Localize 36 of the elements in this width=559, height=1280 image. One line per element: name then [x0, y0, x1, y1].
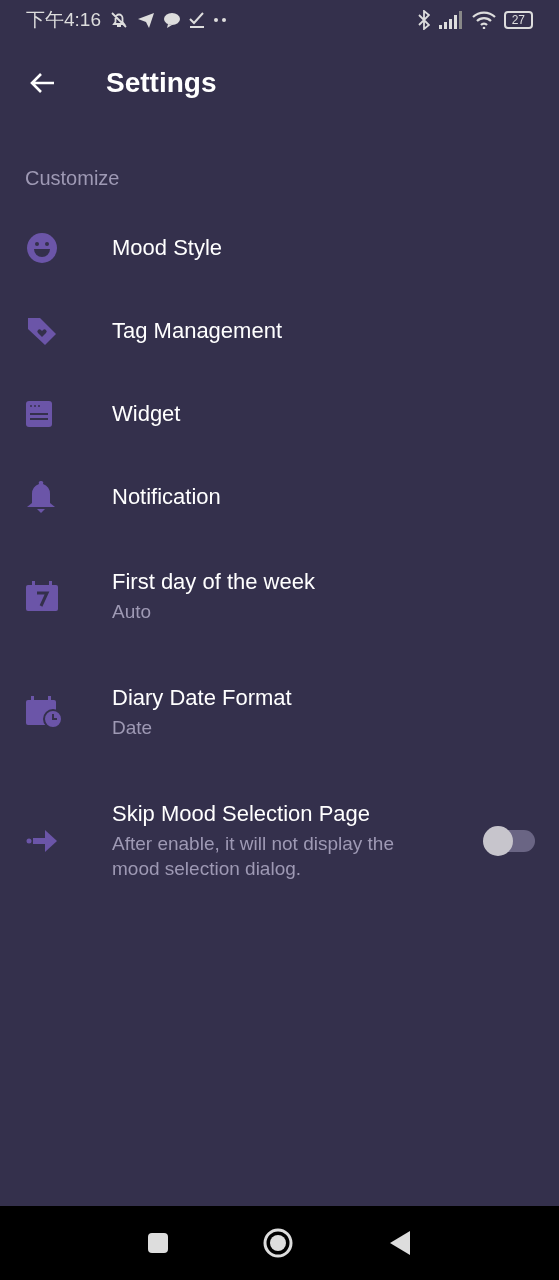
calendar-icon	[26, 581, 58, 611]
settings-item[interactable]: Tag Management	[0, 289, 559, 372]
item-subtitle: Date	[112, 716, 154, 740]
settings-item[interactable]: First day of the week Auto	[0, 538, 559, 654]
send-icon	[137, 11, 155, 29]
check-icon	[189, 11, 205, 29]
status-time: 下午4:16	[26, 8, 101, 32]
settings-item[interactable]: Skip Mood Selection Page After enable, it will not display the mood selection dialog.	[0, 770, 559, 911]
more-dots-icon	[213, 17, 227, 23]
widget-icon	[26, 400, 52, 427]
item-title: Tag Management	[112, 316, 283, 345]
item-subtitle: After enable, it will not display the mood selection dialog.	[112, 832, 395, 881]
item-title: Diary Date Format	[112, 684, 293, 712]
back-arrow-icon	[30, 72, 56, 94]
item-title: Mood Style	[112, 233, 224, 262]
item-title: Skip Mood Selection Page	[112, 800, 372, 828]
item-title: Widget	[112, 399, 182, 428]
bluetooth-icon	[417, 10, 430, 30]
settings-item[interactable]: Notification	[0, 455, 559, 538]
settings-item[interactable]: Widget	[0, 372, 559, 455]
item-subtitle: Auto	[112, 600, 153, 624]
calendar-clock-icon	[26, 696, 62, 728]
battery-indicator: 27	[503, 11, 533, 29]
page-title: Settings	[106, 67, 217, 99]
settings-item[interactable]: Diary Date Format Date	[0, 654, 559, 770]
chat-bubble-icon	[163, 11, 181, 29]
smiley-face-icon	[26, 231, 58, 264]
settings-item[interactable]: Mood Style	[0, 206, 559, 289]
section-header: Customize	[25, 166, 121, 190]
signal-icon	[437, 11, 464, 29]
bell-icon	[26, 479, 56, 514]
wifi-icon	[471, 11, 496, 29]
item-title: Notification	[112, 482, 222, 511]
item-title: First day of the week	[112, 568, 316, 596]
arrow-right-icon	[26, 828, 58, 853]
muted-bell-icon	[109, 10, 129, 30]
